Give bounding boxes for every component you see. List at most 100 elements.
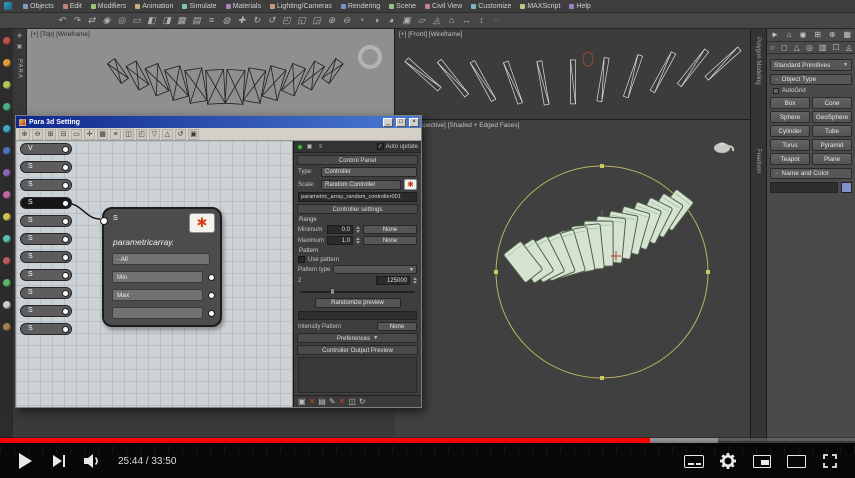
toolbar-icon[interactable]: ◰ [280, 14, 293, 27]
autogrid-checkbox[interactable] [773, 88, 779, 94]
toolbar-icon[interactable]: ≡ [205, 14, 218, 27]
video-frame[interactable]: Objects Edit Modifiers Animation Simulate Mat… [0, 0, 855, 441]
toolbar-icon[interactable]: ◔ [355, 14, 368, 27]
pill-socket[interactable] [62, 164, 69, 171]
panel-icon[interactable]: ▤ [318, 397, 326, 406]
panel-icon[interactable]: ✕ [339, 397, 346, 406]
command-panel-tab[interactable]: ⊞ [814, 31, 821, 39]
node-pill[interactable]: S [20, 305, 72, 317]
category-icon[interactable]: ◻ [781, 43, 788, 52]
theater-mode-button[interactable] [781, 448, 811, 474]
menu-scene[interactable]: Scene [389, 3, 416, 10]
command-panel-tab[interactable]: ⊕ [829, 31, 836, 39]
intensity-none-button[interactable]: None [377, 322, 417, 331]
panel-icon[interactable]: ◫ [348, 397, 356, 406]
preferences-header[interactable]: Preferences ▼ [297, 333, 418, 343]
toolbar-icon[interactable]: ◨ [160, 14, 173, 27]
toolbar-icon[interactable]: ▤ [190, 14, 203, 27]
node-row-min[interactable]: Min [112, 271, 215, 283]
para3d-toolbar-icon[interactable]: ▣ [188, 128, 199, 140]
menu-modifiers[interactable]: Modifiers [90, 3, 126, 10]
maximize-button[interactable]: □ [396, 117, 406, 127]
output-preview-header[interactable]: Controller Output Preview [297, 345, 418, 355]
object-type-button-teapot[interactable]: Teapot [770, 153, 810, 165]
pill-socket[interactable] [62, 272, 69, 279]
pill-socket[interactable] [62, 182, 69, 189]
para3d-toolbar-icon[interactable]: ▦ [97, 128, 108, 140]
video-progress-bar[interactable] [0, 438, 855, 443]
palette-icon[interactable] [2, 235, 11, 243]
object-type-button-pyramid[interactable]: Pyramid [812, 139, 852, 151]
para3d-toolbar-icon[interactable]: ◰ [136, 128, 147, 140]
node-pill[interactable]: V [20, 143, 72, 155]
object-type-button-box[interactable]: Box [770, 97, 810, 109]
fullscreen-button[interactable] [815, 448, 845, 474]
toolbar-icon[interactable]: ↶ [55, 14, 68, 27]
auto-update-checkbox[interactable]: ✓ [376, 143, 384, 150]
viewport-perspective[interactable]: [+] [Perspective] [Shaded + Edged Faces] [395, 120, 750, 440]
pill-socket[interactable] [62, 326, 69, 333]
toolbar-icon[interactable]: ▱ [415, 14, 428, 27]
object-type-button-plane[interactable]: Plane [812, 153, 852, 165]
toolbar-icon[interactable]: ▭ [130, 14, 143, 27]
object-type-button-tube[interactable]: Tube [812, 125, 852, 137]
node-canvas[interactable]: S ✱ parametricarray. - All Min Max VSSSS… [16, 141, 293, 407]
category-icon[interactable]: ◎ [806, 43, 813, 52]
close-button[interactable]: × [409, 117, 419, 127]
panel-icon[interactable]: ↻ [359, 397, 366, 406]
dock-icon[interactable]: ▣ [17, 43, 23, 50]
category-icon[interactable]: ◬ [846, 43, 852, 52]
menu-civil-view[interactable]: Civil View [425, 3, 462, 10]
menu-customize[interactable]: Customize [471, 3, 511, 10]
viewport-front-label[interactable]: [+] [Front] [Wireframe] [399, 31, 462, 38]
parametricarray-node[interactable]: S ✱ parametricarray. - All Min Max [100, 207, 222, 327]
palette-icon[interactable] [2, 147, 11, 155]
viewport-front[interactable]: [+] [Front] [Wireframe] [395, 29, 750, 120]
toolbar-icon[interactable]: ⇄ [85, 14, 98, 27]
pill-socket[interactable] [62, 236, 69, 243]
category-icon[interactable]: △ [794, 43, 800, 52]
palette-icon[interactable] [2, 103, 11, 111]
type-value[interactable]: Controller [321, 167, 417, 177]
object-type-rollout[interactable]: − Object Type [770, 74, 852, 85]
toolbar-icon[interactable]: ▣ [400, 14, 413, 27]
toolbar-icon[interactable]: ⊕ [325, 14, 338, 27]
palette-icon[interactable] [2, 301, 11, 309]
toolbar-icon[interactable]: ◧ [145, 14, 158, 27]
status-dot-icon[interactable] [297, 143, 303, 150]
category-dropdown[interactable]: Standard Primitives ▼ [770, 59, 852, 71]
panel-icon[interactable]: ≡ [316, 144, 325, 150]
toolbar-icon[interactable]: ↕ [475, 14, 488, 27]
menu-rendering[interactable]: Rendering [340, 3, 380, 10]
toolbar-icon[interactable]: ⌂ [445, 14, 458, 27]
output-socket[interactable] [208, 310, 215, 317]
object-type-button-geosphere[interactable]: GeoSphere [812, 111, 852, 123]
node-row-extra[interactable] [112, 307, 215, 319]
node-pill[interactable]: S [20, 179, 72, 191]
output-socket[interactable] [208, 292, 215, 299]
panel-icon[interactable]: ▣ [305, 143, 314, 150]
palette-icon[interactable] [2, 191, 11, 199]
toolbar-icon[interactable]: ↻ [250, 14, 263, 27]
pill-socket[interactable] [62, 290, 69, 297]
toolbar-icon[interactable]: ▦ [175, 14, 188, 27]
menu-lighting-cameras[interactable]: Lighting/Cameras [269, 3, 332, 10]
palette-icon[interactable] [2, 279, 11, 287]
toolbar-icon[interactable]: ↔ [460, 14, 473, 27]
palette-icon[interactable] [2, 169, 11, 177]
slider-handle[interactable] [329, 288, 335, 295]
para3d-toolbar-icon[interactable]: ▽ [149, 128, 160, 140]
para3d-toolbar-icon[interactable]: ⊞ [45, 128, 56, 140]
node-pill[interactable]: S [20, 287, 72, 299]
output-socket[interactable] [208, 274, 215, 281]
node-pill[interactable]: S [20, 197, 72, 209]
para3d-titlebar[interactable]: Para 3d Setting _ □ × [16, 116, 421, 128]
pill-socket[interactable] [62, 200, 69, 207]
minimum-spinner[interactable]: 0.0 [327, 225, 353, 234]
viewport-top[interactable]: ◈ ▣ PARA [+] [Top] [Wireframe] [13, 29, 395, 118]
menu-simulate[interactable]: Simulate [182, 3, 217, 10]
menu-help[interactable]: Help [569, 3, 591, 10]
app-icon[interactable] [4, 2, 12, 10]
node-pill[interactable]: S [20, 215, 72, 227]
menu-maxscript[interactable]: MAXScript [520, 3, 560, 10]
